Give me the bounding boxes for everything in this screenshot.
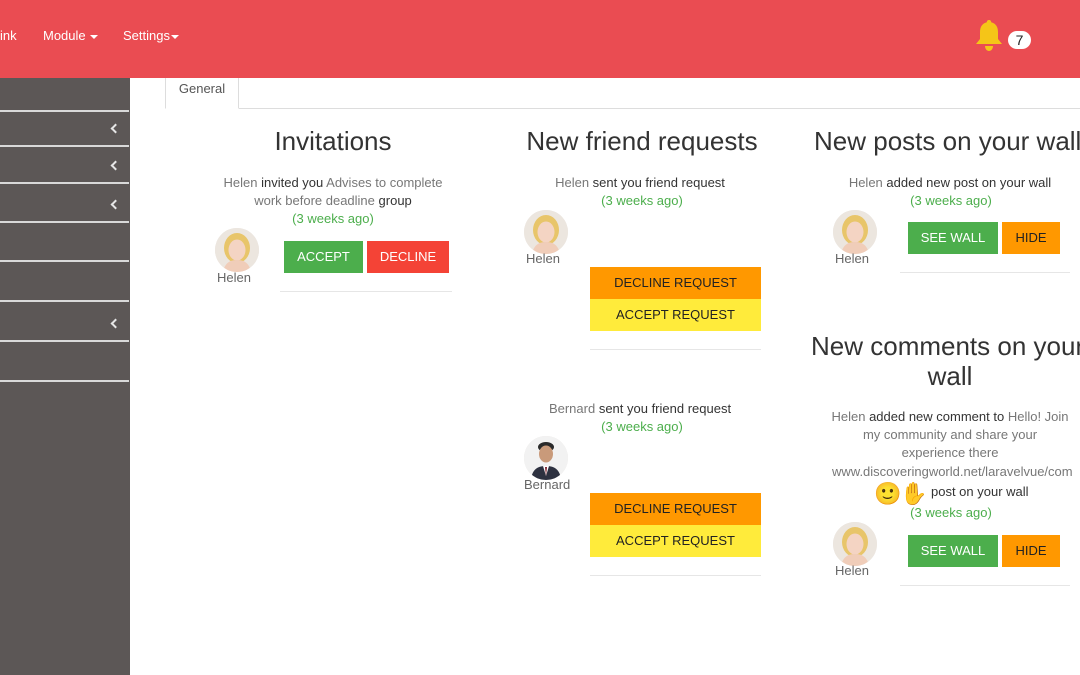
wall-post-author[interactable]: Helen (849, 175, 883, 190)
wall-post-text: Helen added new post on your wall (830, 175, 1070, 190)
accept-request-button[interactable]: ACCEPT REQUEST (590, 299, 761, 331)
chevron-left-icon (110, 123, 121, 134)
see-wall-button[interactable]: SEE WALL (908, 535, 998, 567)
invitation-sender[interactable]: Helen (224, 175, 258, 190)
tab-bar: General (165, 78, 1080, 109)
avatar-name: Bernard (524, 477, 571, 492)
accept-request-button[interactable]: ACCEPT REQUEST (590, 525, 761, 557)
sidebar-item[interactable] (0, 113, 129, 147)
hide-button[interactable]: HIDE (1002, 535, 1060, 567)
divider (900, 585, 1070, 586)
nav-settings-dropdown[interactable]: Settings (123, 28, 179, 43)
sidebar-item[interactable] (0, 228, 129, 262)
wall-comment-post-text[interactable]: experience there (820, 445, 1080, 460)
helen-photo (833, 210, 877, 254)
invitation-time: (3 weeks ago) (292, 211, 374, 226)
avatar[interactable] (524, 210, 568, 254)
nav-settings-label: Settings (123, 28, 170, 43)
chevron-left-icon (110, 199, 121, 210)
wall-comment-suffix: post on your wall (931, 484, 1029, 499)
friend-request-time: (3 weeks ago) (601, 193, 683, 208)
sidebar-item[interactable] (0, 308, 129, 342)
wall-post-time: (3 weeks ago) (910, 193, 992, 208)
sidebar (0, 78, 130, 675)
wall-comment-desc: added new comment to (869, 409, 1005, 424)
avatar-name: Helen (217, 270, 251, 285)
bernard-photo (524, 436, 568, 480)
see-wall-button[interactable]: SEE WALL (908, 222, 998, 254)
friend-request-sender[interactable]: Bernard (549, 401, 595, 416)
friend-request-sender[interactable]: Helen (555, 175, 589, 190)
sidebar-item[interactable] (0, 268, 129, 302)
avatar[interactable] (215, 228, 259, 272)
avatar[interactable] (524, 436, 568, 480)
divider (280, 291, 452, 292)
friend-request-text: Helen sent you friend request (540, 175, 740, 190)
invitation-kind: group (378, 193, 412, 208)
avatar-name: Helen (835, 251, 869, 266)
sidebar-item[interactable] (0, 150, 129, 184)
tab-general[interactable]: General (165, 78, 239, 109)
nav-module-label: Module (43, 28, 86, 43)
invitation-group-name[interactable]: Advises to complete (326, 175, 442, 190)
wall-posts-title: New posts on your wall (814, 126, 1080, 156)
smiley-emoji-icon: 🙂 (874, 481, 902, 506)
friend-requests-title: New friend requests (526, 126, 758, 156)
accept-button[interactable]: ACCEPT (284, 241, 363, 273)
helen-photo (833, 522, 877, 566)
nav-link[interactable]: ink (0, 28, 17, 43)
hide-button[interactable]: HIDE (1002, 222, 1060, 254)
chevron-left-icon (110, 160, 121, 171)
avatar-name: Helen (526, 251, 560, 266)
wall-comments-title: New comments on your (811, 331, 1080, 361)
nav-module-dropdown[interactable]: Module (43, 28, 98, 43)
wall-comment-time: (3 weeks ago) (910, 505, 992, 520)
chevron-left-icon (110, 318, 121, 329)
decline-request-button[interactable]: DECLINE REQUEST (590, 493, 761, 525)
decline-request-button[interactable]: DECLINE REQUEST (590, 267, 761, 299)
invitation-text-line2: work before deadline group (183, 193, 483, 208)
sidebar-item[interactable] (0, 189, 129, 223)
wall-comment-post-url[interactable]: www.discoveringworld.net/laravelvue/com (832, 464, 1073, 479)
divider (590, 575, 761, 576)
invitation-group-name-cont[interactable]: work before deadline (254, 193, 375, 208)
friend-request-desc: sent you friend request (592, 175, 725, 190)
caret-down-icon (170, 34, 179, 39)
wall-post-desc: added new post on your wall (886, 175, 1052, 190)
caret-down-icon (89, 34, 98, 39)
notification-count-badge: 7 (1008, 31, 1031, 49)
invitation-verb: invited you (261, 175, 324, 190)
friend-request-text: Bernard sent you friend request (540, 401, 740, 416)
invitation-text-line1: Helen invited you Advises to complete (183, 175, 483, 190)
friend-request-time: (3 weeks ago) (601, 419, 683, 434)
wall-comment-author[interactable]: Helen (831, 409, 865, 424)
sidebar-item[interactable] (0, 78, 129, 112)
top-navbar: ink Module Settings 7 (0, 0, 1080, 78)
avatar[interactable] (833, 522, 877, 566)
divider (590, 349, 761, 350)
wall-comment-post-link[interactable]: Hello! Join (1008, 409, 1069, 424)
helen-photo (524, 210, 568, 254)
decline-button[interactable]: DECLINE (367, 241, 449, 273)
avatar[interactable] (833, 210, 877, 254)
raised-hand-emoji-icon: ✋ (900, 481, 928, 506)
divider (900, 272, 1070, 273)
wall-comment-post-text[interactable]: my community and share your (820, 427, 1080, 442)
avatar-name: Helen (835, 563, 869, 578)
friend-request-desc: sent you friend request (598, 401, 732, 416)
bell-icon[interactable] (973, 18, 1005, 52)
wall-comments-title-cont: wall (927, 361, 973, 391)
helen-photo (215, 228, 259, 272)
sidebar-item[interactable] (0, 348, 129, 382)
wall-comment-text: Helen added new comment to Hello! Join (820, 409, 1080, 424)
invitations-title: Invitations (274, 126, 392, 156)
